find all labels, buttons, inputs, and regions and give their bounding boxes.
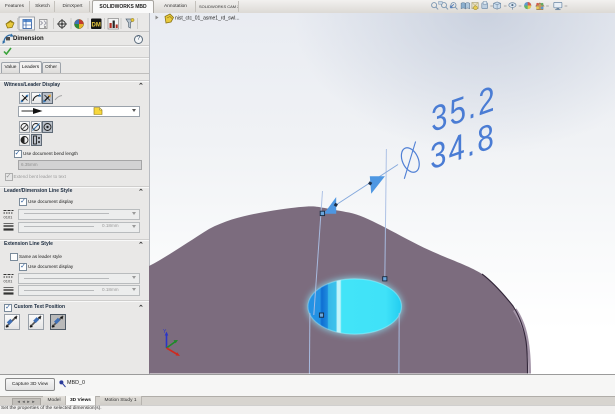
svg-text:0101: 0101	[4, 279, 14, 284]
svg-text:0101: 0101	[4, 214, 14, 219]
svg-text:DM: DM	[92, 23, 101, 29]
svg-text:nist_ctc_01_asme1_rd_swl...: nist_ctc_01_asme1_rd_swl...	[175, 16, 239, 22]
